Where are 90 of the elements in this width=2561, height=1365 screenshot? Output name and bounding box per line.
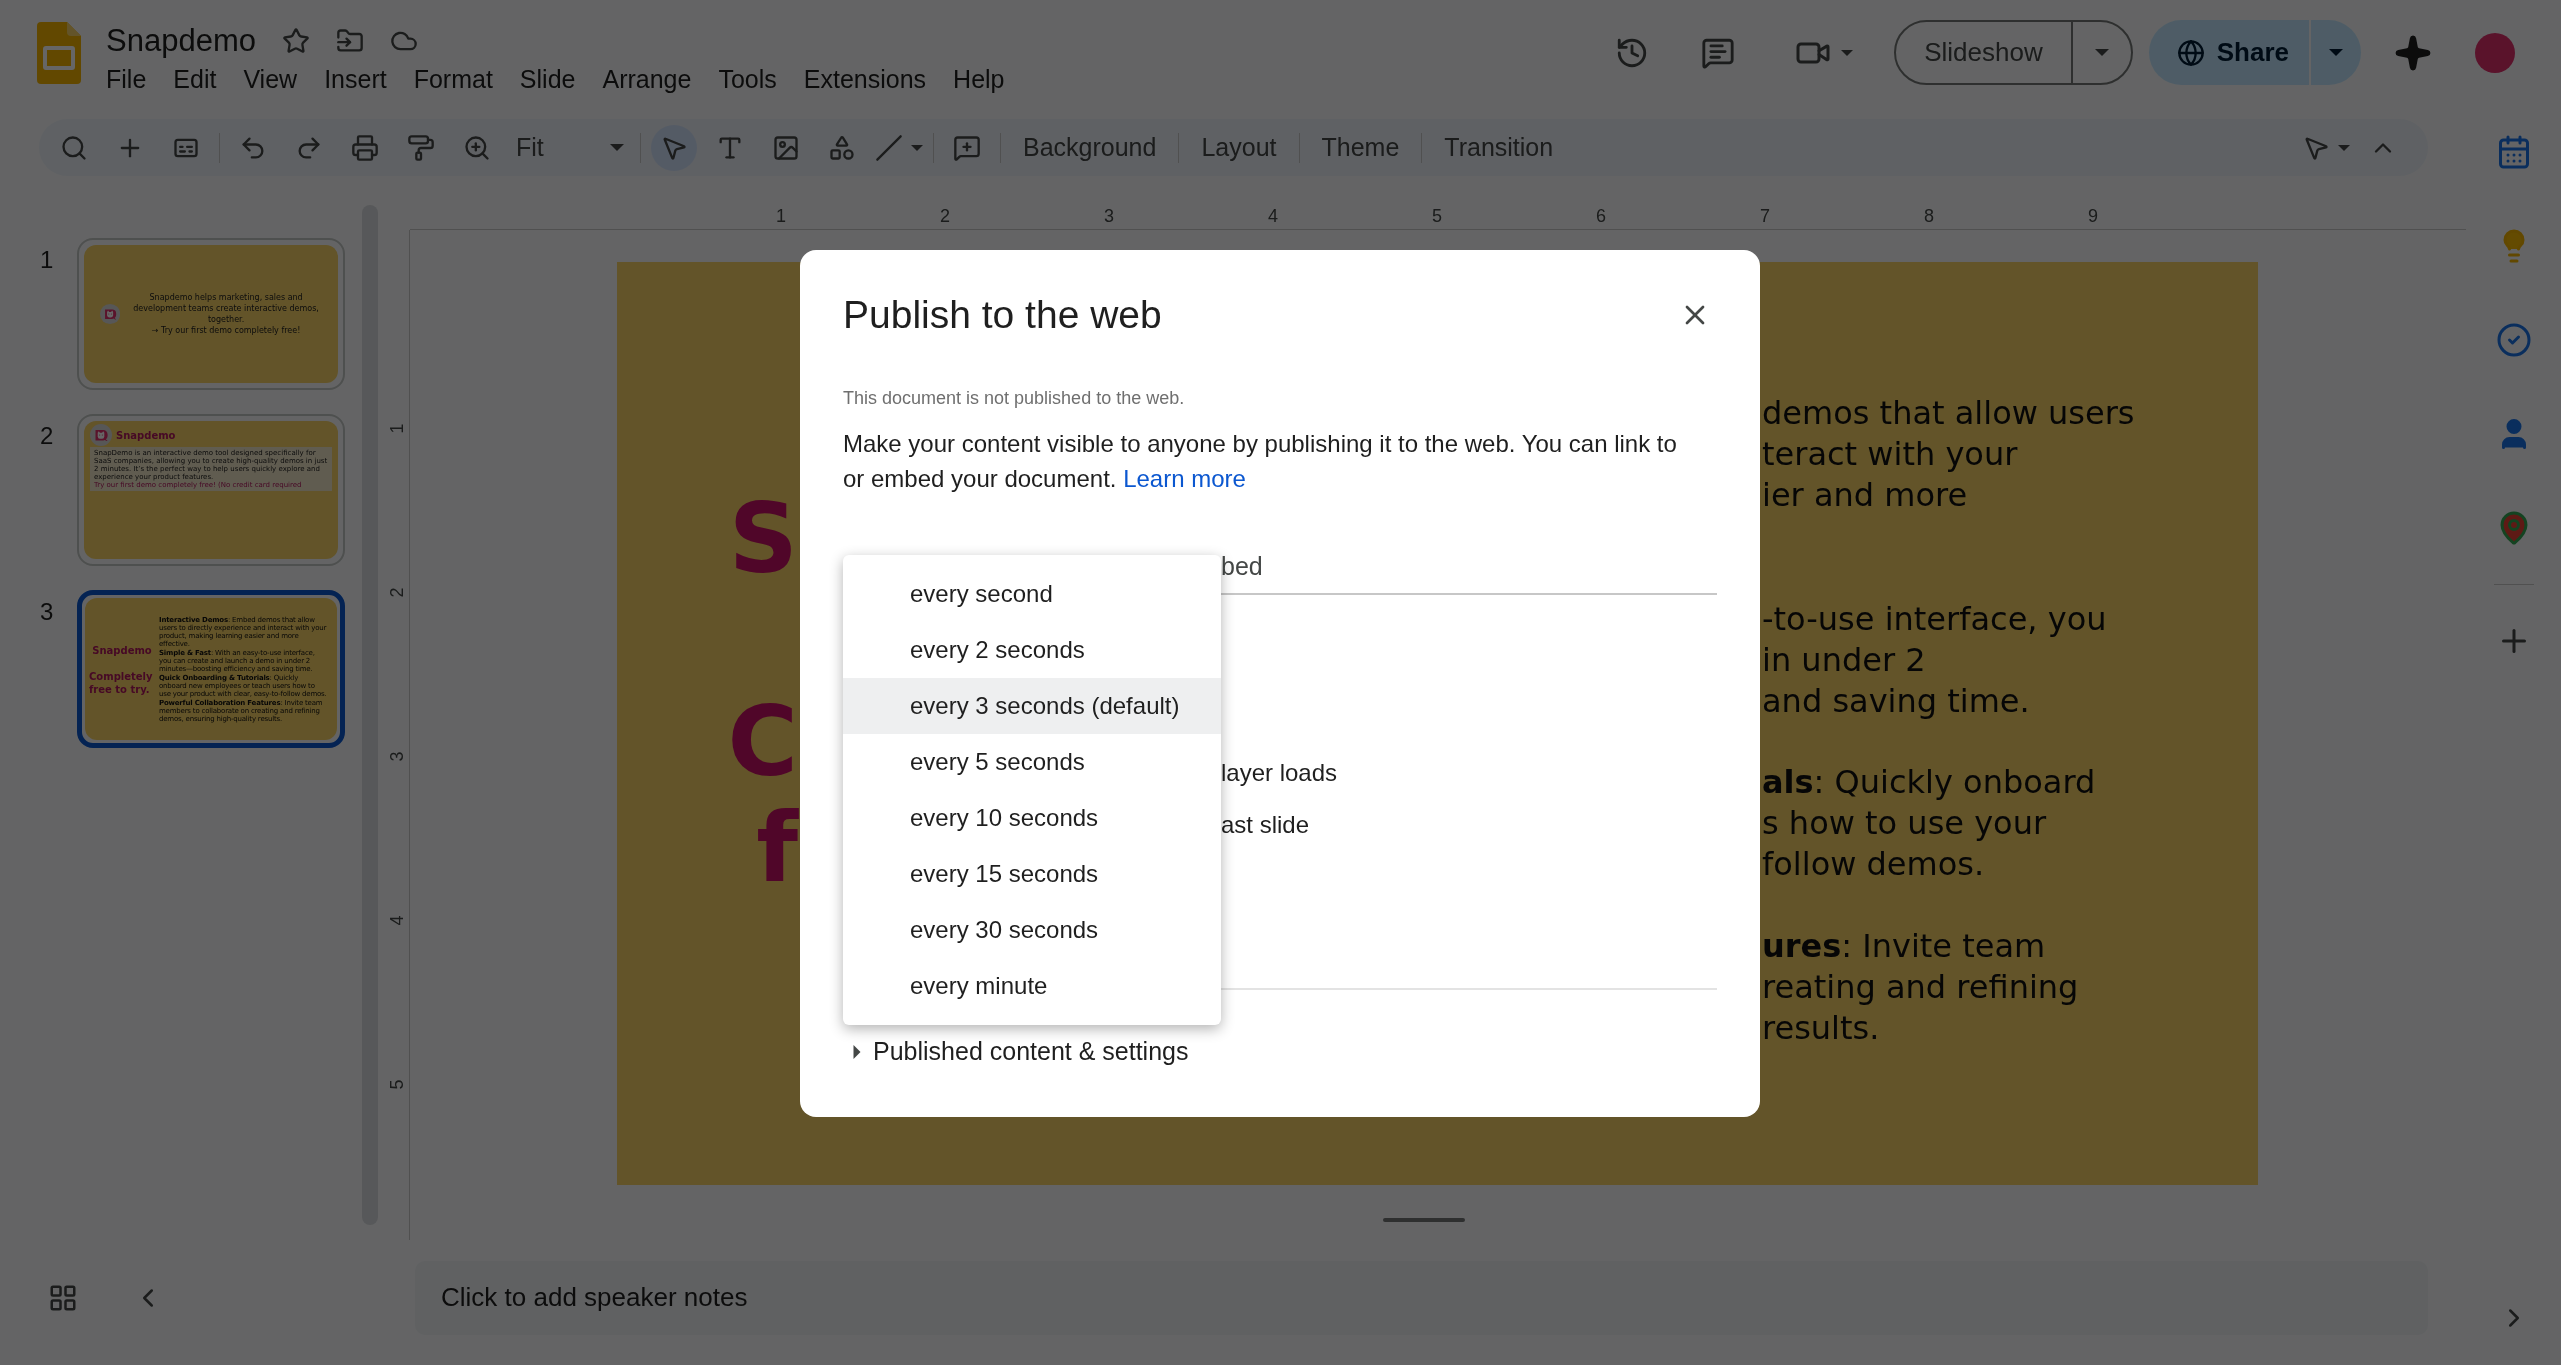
menu-item[interactable]: Format <box>413 62 493 96</box>
ruler-number: 6 <box>1595 205 1607 228</box>
ruler-number: 3 <box>385 751 408 761</box>
learn-more-link[interactable]: Learn more <box>1123 465 1246 492</box>
check-circle-icon[interactable] <box>2495 322 2532 358</box>
expand-triangle-icon <box>853 1044 861 1059</box>
resize-handle[interactable] <box>1383 1218 1465 1222</box>
dialog-title: Publish to the web <box>843 292 1162 338</box>
menu-item[interactable]: View <box>243 62 298 96</box>
line-icon <box>875 133 903 162</box>
toolbar-button[interactable]: Layout <box>1189 125 1289 170</box>
menu-item[interactable]: Insert <box>324 62 387 96</box>
speaker-notes-field[interactable]: Click to add speaker notes <box>415 1260 2428 1335</box>
slide-brand: Snapdemo <box>92 643 152 658</box>
slide-body-text: in under 2 <box>1762 640 1927 681</box>
caret-icon <box>610 144 624 151</box>
slide-number: 1 <box>39 246 55 274</box>
cat-logo-icon <box>90 424 112 446</box>
toolbar-button[interactable]: Background <box>1011 125 1169 170</box>
globe-icon <box>2176 38 2205 67</box>
slide-body-text: -to-use interface, you <box>1762 599 2108 640</box>
select-pointer-icon[interactable] <box>651 124 697 171</box>
menu-item[interactable]: File <box>106 62 147 96</box>
interval-option[interactable]: every 2 seconds <box>843 622 1221 678</box>
star-icon[interactable] <box>281 27 310 55</box>
caret-icon <box>2329 49 2343 56</box>
slide-body-text: demos that allow users <box>1762 393 2135 434</box>
menu-item[interactable]: Extensions <box>803 62 927 96</box>
option-label: layer loads <box>1221 758 1339 788</box>
slide-number: 2 <box>39 422 55 450</box>
slide-heading-text: S <box>728 484 798 594</box>
slide-body-text: als: Quickly onboard <box>1762 762 2097 803</box>
interval-option[interactable]: every 10 seconds <box>843 790 1221 846</box>
slide-number: 3 <box>39 598 55 626</box>
caret-icon <box>2094 49 2109 56</box>
ruler-number: 1 <box>385 423 408 433</box>
slide-body-text: and saving time. <box>1762 681 2031 722</box>
share-button[interactable]: Share <box>2148 20 2309 85</box>
menu-item[interactable]: Edit <box>173 62 217 96</box>
slide-body-text: reating and refining <box>1762 967 2080 1008</box>
slide-tagline: Snapdemo helps marketing, sales and development teams create interactive demos, together. <box>132 292 320 325</box>
interval-option[interactable]: every 5 seconds <box>843 734 1221 790</box>
interval-option[interactable]: every 15 seconds <box>843 846 1221 902</box>
slide-body-text: s how to use your <box>1762 803 2048 844</box>
toolbar-button[interactable]: Transition <box>1432 125 1566 170</box>
move-folder-icon[interactable] <box>335 27 364 55</box>
interval-option[interactable]: every 30 seconds <box>843 902 1221 958</box>
slide-body-text: ier and more <box>1762 475 1969 516</box>
menu-item[interactable]: Help <box>953 62 1005 96</box>
app-logo-icon[interactable] <box>37 22 81 84</box>
menu-item[interactable]: Slide <box>519 62 576 96</box>
published-settings-toggle[interactable]: Published content & settings <box>853 1034 1717 1069</box>
toolbar-button[interactable]: Theme <box>1309 125 1412 170</box>
ruler-number: 2 <box>939 205 951 228</box>
ruler-number: 5 <box>385 1079 408 1089</box>
slide-brand: Snapdemo <box>116 428 176 443</box>
publish-status: This document is not published to the web. <box>843 387 1186 410</box>
interval-option[interactable]: every 3 seconds (default) <box>843 678 1221 734</box>
menu-item[interactable]: Tools <box>718 62 777 96</box>
ruler-number: 3 <box>1103 205 1115 228</box>
caret-icon <box>1841 49 1854 56</box>
slide-thumbnail[interactable]: Snapdemo helps marketing, sales and development teams create interactive demos, together. → Try our first demo completely free! <box>77 238 345 390</box>
slide-body-text: ures: Invite team <box>1762 926 2047 967</box>
ruler-number: 9 <box>2087 205 2099 228</box>
caret-icon <box>911 144 923 151</box>
dialog-tab[interactable]: bed <box>1221 548 1263 586</box>
ruler-number: 1 <box>775 205 787 228</box>
slide-body-text: follow demos. <box>1762 844 1986 885</box>
ruler-number: 8 <box>1923 205 1935 228</box>
slide-body-text: teract with your <box>1762 434 2019 475</box>
option-label: ast slide <box>1221 810 1311 840</box>
slide-headline: Completely free to try. <box>89 669 154 696</box>
ruler-number: 4 <box>385 915 408 925</box>
zoom-select[interactable]: Fit <box>510 125 630 170</box>
caret-icon <box>2338 144 2350 151</box>
dialog-description: Make your content visible to anyone by publishing it to the web. You can link to or embed your document. Learn more <box>843 429 1678 494</box>
document-title[interactable]: Snapdemo <box>106 22 256 60</box>
slide-body-text: results. <box>1762 1008 1881 1049</box>
avatar[interactable] <box>2475 32 2515 73</box>
interval-option[interactable]: every second <box>843 566 1221 622</box>
menu-item[interactable]: Arrange <box>602 62 692 96</box>
ruler-number: 7 <box>1759 205 1771 228</box>
slide-cta: → Try our first demo completely free! <box>151 325 301 336</box>
ruler-number: 2 <box>385 587 408 597</box>
slide-thumbnail[interactable] <box>77 590 345 748</box>
slideshow-button[interactable]: Slideshow <box>1896 22 2073 83</box>
ruler-number: 5 <box>1431 205 1443 228</box>
ruler-number: 4 <box>1267 205 1279 228</box>
interval-option[interactable]: every minute <box>843 958 1221 1014</box>
sparkle-icon[interactable] <box>2394 33 2432 72</box>
